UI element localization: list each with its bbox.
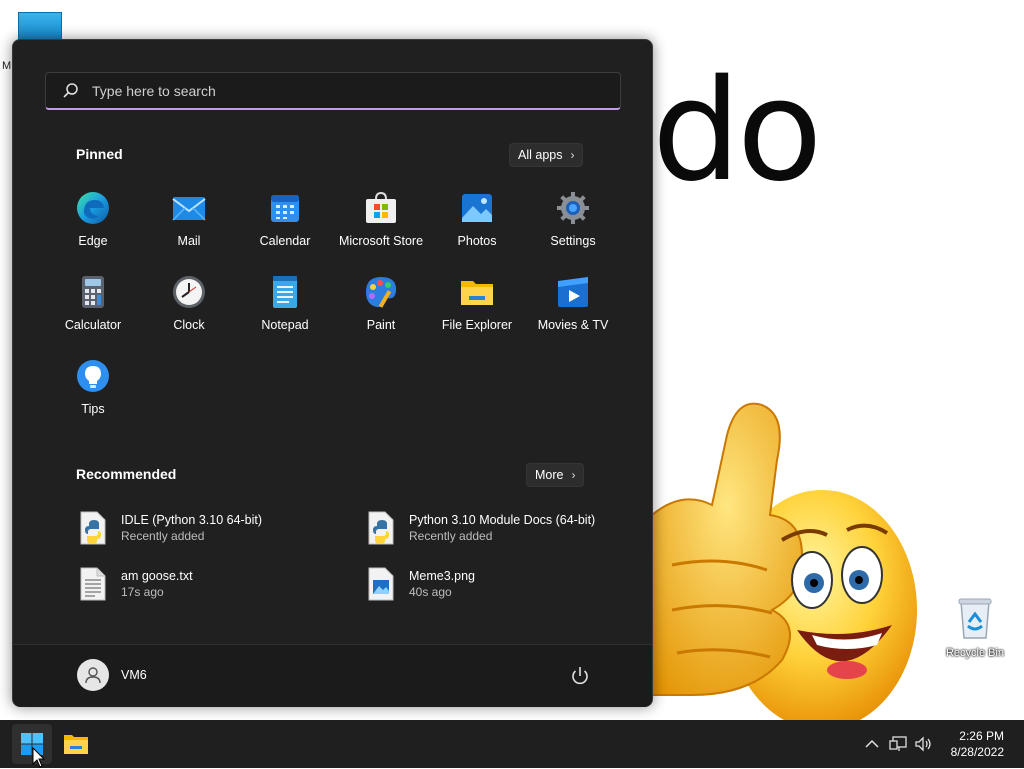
recycle-bin-label: Recycle Bin (945, 647, 1005, 659)
recommended-item[interactable]: IDLE (Python 3.10 64-bit) Recently added (77, 508, 262, 548)
app-label: Photos (457, 234, 497, 248)
clock[interactable]: 2:26 PM 8/28/2022 (951, 728, 1004, 760)
start-menu: Pinned All apps › Edge Mail Calendar (12, 39, 653, 707)
user-account-button[interactable]: VM6 (77, 659, 147, 691)
date: 8/28/2022 (950, 745, 1004, 759)
tips-icon (77, 360, 109, 392)
pinned-app-movies-tv[interactable]: Movies & TV (525, 274, 621, 354)
start-footer: VM6 (13, 644, 652, 707)
taskbar: 2:26 PM 8/28/2022 (0, 720, 1024, 768)
recommended-item[interactable]: am goose.txt 17s ago (77, 564, 193, 604)
recommended-name: Meme3.png (409, 569, 476, 583)
recommended-sub: Recently added (121, 529, 205, 543)
folder-icon (461, 281, 493, 305)
notepad-icon (273, 276, 297, 308)
app-label: Tips (81, 402, 105, 416)
desktop-icon[interactable] (18, 12, 62, 42)
pinned-title: Pinned (76, 146, 123, 162)
search-box[interactable] (45, 72, 621, 110)
network-icon (888, 736, 907, 751)
power-icon[interactable] (569, 665, 591, 687)
image-file-icon (368, 567, 394, 601)
recommended-title: Recommended (76, 466, 177, 482)
search-input[interactable] (90, 81, 574, 100)
recommended-name: am goose.txt (121, 569, 193, 583)
recommended-sub: 40s ago (409, 585, 452, 599)
recommended-item[interactable]: Python 3.10 Module Docs (64-bit) Recentl… (365, 508, 595, 548)
desktop-icon-label: M (2, 60, 12, 72)
username: VM6 (121, 668, 147, 682)
pinned-app-paint[interactable]: Paint (333, 274, 429, 354)
pinned-app-calendar[interactable]: Calendar (237, 190, 333, 270)
all-apps-label: All apps (518, 148, 563, 162)
show-hidden-icons-button[interactable] (859, 731, 885, 757)
volume-button[interactable] (911, 731, 937, 757)
pinned-app-notepad[interactable]: Notepad (237, 274, 333, 354)
avatar (77, 659, 109, 691)
calendar-icon (271, 195, 299, 222)
settings-icon (557, 192, 589, 224)
pinned-app-settings[interactable]: Settings (525, 190, 621, 270)
app-label: Movies & TV (537, 318, 609, 332)
app-label: Notepad (261, 318, 309, 332)
taskbar-file-explorer[interactable] (56, 724, 96, 764)
mail-icon (172, 197, 206, 221)
recycle-bin[interactable]: Recycle Bin (942, 596, 1008, 659)
app-label: Calculator (64, 318, 122, 332)
pinned-app-tips[interactable]: Tips (45, 358, 141, 438)
network-button[interactable] (885, 731, 911, 757)
recommended-sub: Recently added (409, 529, 493, 543)
recommended-name: Python 3.10 Module Docs (64-bit) (409, 513, 596, 527)
pinned-app-microsoft-store[interactable]: Microsoft Store (333, 190, 429, 270)
text-file-icon (80, 567, 106, 601)
python-file-icon (368, 511, 394, 545)
wallpaper-text: do (652, 50, 823, 213)
app-label: Paint (366, 318, 396, 332)
chevron-right-icon: › (570, 148, 575, 162)
pinned-app-clock[interactable]: Clock (141, 274, 237, 354)
more-label: More (535, 468, 564, 482)
recommended-item[interactable]: Meme3.png 40s ago (365, 564, 475, 604)
chevron-up-icon (865, 739, 879, 748)
calculator-icon (82, 276, 104, 308)
app-label: Mail (177, 234, 201, 248)
recommended-sub: 17s ago (121, 585, 164, 599)
pinned-app-file-explorer[interactable]: File Explorer (429, 274, 525, 354)
more-button[interactable]: More › (526, 463, 585, 487)
app-label: Edge (78, 234, 108, 248)
store-icon (366, 191, 396, 223)
system-tray: 2:26 PM 8/28/2022 (859, 720, 1024, 768)
all-apps-button[interactable]: All apps › (509, 143, 584, 167)
folder-icon (64, 735, 88, 754)
app-label: Clock (173, 318, 205, 332)
pinned-app-photos[interactable]: Photos (429, 190, 525, 270)
user-icon (85, 667, 101, 684)
movies-icon (558, 277, 588, 307)
edge-icon (77, 192, 109, 224)
speaker-icon (914, 736, 931, 752)
mouse-cursor-icon (32, 747, 46, 768)
recycle-bin-icon (958, 598, 992, 639)
thumbs-up-emoji-image (652, 402, 917, 720)
app-label: Settings (550, 234, 596, 248)
app-label: File Explorer (441, 318, 513, 332)
paint-icon (366, 277, 397, 308)
pinned-app-calculator[interactable]: Calculator (45, 274, 141, 354)
clock-icon (173, 276, 205, 308)
app-label: Microsoft Store (338, 234, 424, 248)
time: 2:26 PM (959, 729, 1004, 743)
chevron-right-icon: › (571, 468, 576, 482)
pinned-app-mail[interactable]: Mail (141, 190, 237, 270)
recommended-name: IDLE (Python 3.10 64-bit) (121, 513, 263, 527)
app-label: Calendar (259, 234, 311, 248)
pinned-app-edge[interactable]: Edge (45, 190, 141, 270)
photos-icon (462, 194, 492, 222)
python-file-icon (80, 511, 106, 545)
search-icon (63, 82, 78, 98)
